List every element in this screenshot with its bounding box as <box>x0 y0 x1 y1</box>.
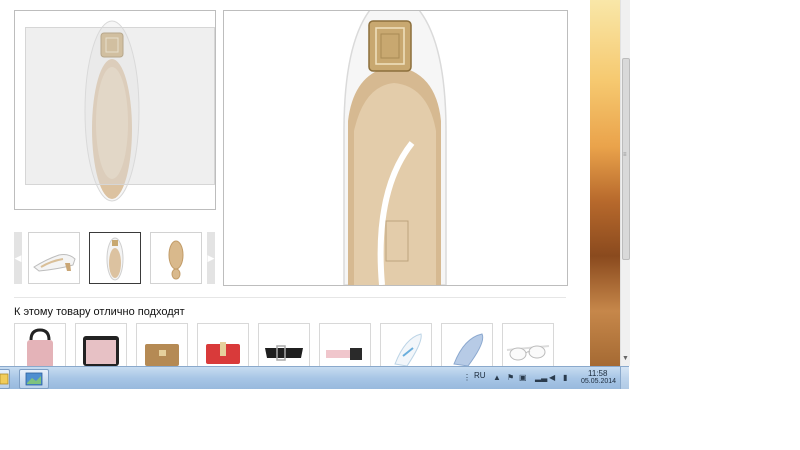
red-wallet-icon <box>206 342 240 364</box>
thumbnail-top-view[interactable] <box>89 232 141 284</box>
thumbnail-carousel: ◀ ▶ <box>14 232 216 286</box>
action-center-flag-icon[interactable]: ⚑ <box>507 373 514 382</box>
pink-belt-icon <box>326 348 362 360</box>
black-belt-icon <box>265 345 303 361</box>
show-desktop-button[interactable] <box>620 367 629 389</box>
shoe-sole-view-icon <box>168 240 184 280</box>
thumbnail-side-view[interactable] <box>28 232 80 284</box>
taskbar: ⋮ RU ▲ ⚑ ▣ ▂▃ ◀ ▮ 11:58 05.05.2014 <box>0 366 629 389</box>
related-item-brown-clutch[interactable] <box>136 323 188 366</box>
zoomed-product-photo <box>223 10 568 286</box>
language-indicator[interactable]: RU <box>474 371 486 380</box>
show-hidden-icons-icon[interactable]: ▲ <box>493 373 501 382</box>
tray-separator-icon: ⋮ <box>463 373 471 382</box>
zoom-lens[interactable] <box>25 27 215 185</box>
clock-date[interactable]: 05.05.2014 <box>581 378 616 385</box>
carousel-prev-icon[interactable]: ◀ <box>14 232 22 284</box>
related-item-black-belt[interactable] <box>258 323 310 366</box>
brown-clutch-icon <box>145 344 179 366</box>
blue-shoe-insole-icon <box>453 333 484 366</box>
shoe-zoomed-icon <box>343 11 447 285</box>
thumbnail-sole-view[interactable] <box>150 232 202 284</box>
taskbar-app-button[interactable] <box>19 369 49 389</box>
taskbar-explorer-button[interactable] <box>0 369 10 389</box>
product-page: ◀ ▶ К этому товару отлично подходят <box>0 0 590 366</box>
related-item-pink-laptop-case[interactable] <box>75 323 127 366</box>
related-item-white-sunglasses[interactable] <box>502 323 554 366</box>
related-products-title: К этому товару отлично подходят <box>14 306 185 318</box>
white-sunglasses-icon <box>506 345 550 361</box>
related-item-blue-insole[interactable] <box>441 323 493 366</box>
volume-icon[interactable]: ◀ <box>549 373 555 382</box>
vertical-scrollbar[interactable]: ≡ ▼ <box>620 0 630 366</box>
desktop-wallpaper <box>590 0 620 366</box>
scroll-down-icon[interactable]: ▼ <box>622 355 629 362</box>
monitor-icon[interactable]: ▣ <box>519 373 527 382</box>
shoe-side-view-icon <box>33 254 76 272</box>
scrollbar-grip-icon: ≡ <box>623 152 627 158</box>
shoe-top-view-icon <box>106 237 124 281</box>
clock-time[interactable]: 11:58 <box>588 369 607 378</box>
related-item-red-wallet[interactable] <box>197 323 249 366</box>
related-item-pink-belt[interactable] <box>319 323 371 366</box>
pink-bag-icon <box>27 328 53 366</box>
folder-icon <box>0 373 9 385</box>
battery-icon[interactable]: ▮ <box>563 373 567 382</box>
network-signal-icon[interactable]: ▂▃ <box>535 373 547 382</box>
related-item-white-insole[interactable] <box>380 323 432 366</box>
main-product-photo[interactable] <box>14 10 216 210</box>
image-viewer-icon <box>25 372 43 386</box>
carousel-next-icon[interactable]: ▶ <box>207 232 215 284</box>
section-divider <box>14 297 566 298</box>
pink-laptop-case-icon <box>83 336 119 366</box>
related-products-list <box>14 323 574 366</box>
white-shoe-insole-icon <box>394 333 422 366</box>
scrollbar-thumb[interactable] <box>622 58 630 260</box>
related-item-pink-bag[interactable] <box>14 323 66 366</box>
